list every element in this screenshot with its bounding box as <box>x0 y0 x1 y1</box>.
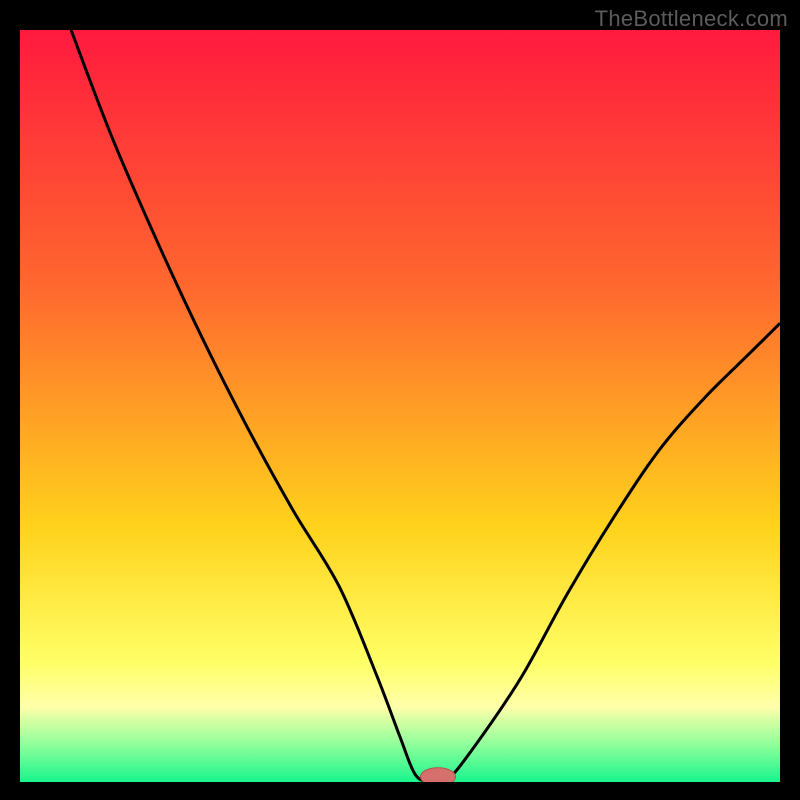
chart-frame: TheBottleneck.com <box>0 0 800 800</box>
chart-svg <box>20 30 780 782</box>
optimum-marker-icon <box>421 768 456 782</box>
watermark-label: TheBottleneck.com <box>595 6 788 32</box>
bottleneck-plot <box>20 30 780 782</box>
gradient-background <box>20 30 780 782</box>
